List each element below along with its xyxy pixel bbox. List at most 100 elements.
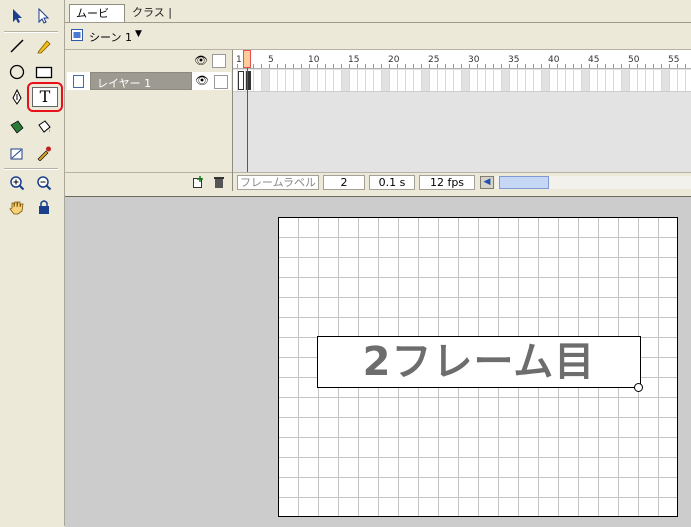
frame-cell-divider <box>245 70 246 91</box>
chevron-down-icon[interactable]: ▼ <box>135 29 142 39</box>
layer-name-box[interactable]: レイヤー 1 <box>90 72 192 90</box>
subselection-tool-icon[interactable] <box>33 5 55 27</box>
playhead-line <box>247 68 248 172</box>
frame-cell-divider <box>509 70 510 91</box>
scrollbar-thumb[interactable] <box>499 176 549 189</box>
elapsed-time: 0.1 s <box>369 175 415 190</box>
frame-cell-divider <box>333 70 334 91</box>
ruler-tick <box>325 64 326 68</box>
hand-tool-icon[interactable] <box>6 196 28 218</box>
frame-cell-divider <box>581 70 582 91</box>
timeline-frames[interactable]: 1 5 10 15 20 25 30 35 40 45 50 55 フレームラベル 2 0.1 s 1… <box>233 50 691 192</box>
frame-cell-divider <box>253 70 254 91</box>
eye-icon[interactable]: 👁 <box>194 54 208 67</box>
ruler-tick <box>333 64 334 68</box>
ruler-tick <box>613 64 614 68</box>
ruler-tick <box>437 64 438 68</box>
text-tool-button[interactable]: T <box>27 82 63 112</box>
frame-cell-divider <box>341 70 342 91</box>
ruler-tick <box>277 64 278 68</box>
frame-cell-divider <box>669 70 670 91</box>
ruler-tick <box>405 64 406 68</box>
ruler-tick <box>285 64 286 68</box>
frame-cell-divider <box>685 70 686 91</box>
ruler-tick <box>317 64 318 68</box>
frame-cell-divider <box>365 70 366 91</box>
lock-tool-icon[interactable] <box>33 196 55 218</box>
tool-separator <box>4 168 58 170</box>
ruler-tick <box>533 64 534 68</box>
frame-cell-divider <box>413 70 414 91</box>
frame-cell-divider <box>469 70 470 91</box>
ruler-tick <box>389 64 390 68</box>
selection-tool-icon[interactable] <box>6 5 28 27</box>
layer-lock-toggle[interactable] <box>214 75 228 89</box>
ruler-tick <box>445 64 446 68</box>
frame-cell-divider <box>557 70 558 91</box>
frame-cell-divider <box>421 70 422 91</box>
rectangle-tool-icon[interactable] <box>33 61 55 83</box>
frame-row[interactable] <box>233 70 691 92</box>
add-layer-icon[interactable] <box>192 176 204 188</box>
paint-bucket-tool-icon[interactable] <box>33 116 55 138</box>
ruler-tick <box>453 64 454 68</box>
frame-ruler[interactable]: 1 5 10 15 20 25 30 35 40 45 50 55 <box>233 50 691 69</box>
document-tabs: ムービー クラス | <box>65 0 691 37</box>
frame-cell-divider <box>565 70 566 91</box>
ruler-tick <box>397 64 398 68</box>
ruler-tick <box>253 64 254 68</box>
ruler-tick <box>357 64 358 68</box>
zoom-out-icon[interactable] <box>33 172 55 194</box>
ruler-tick <box>565 64 566 68</box>
fill-transform-tool-icon[interactable] <box>6 142 28 164</box>
frame-cell-divider <box>637 70 638 91</box>
scene-label[interactable]: シーン 1 <box>89 29 132 45</box>
ruler-tick <box>669 64 670 68</box>
ink-bottle-tool-icon[interactable] <box>6 116 28 138</box>
keyframe-1[interactable] <box>238 71 244 90</box>
frame-cell-divider <box>437 70 438 91</box>
ruler-tick <box>605 64 606 68</box>
frame-label-field[interactable]: フレームラベル <box>237 175 319 190</box>
layer-eye-icon[interactable]: 👁 <box>195 74 209 87</box>
frame-cell-divider <box>541 70 542 91</box>
ruler-tick <box>685 64 686 68</box>
ruler-tick <box>269 64 270 68</box>
ruler-tick <box>677 64 678 68</box>
ruler-tick <box>621 64 622 68</box>
tab-movie[interactable]: ムービー <box>69 4 125 37</box>
eyedropper-tool-icon[interactable] <box>33 142 55 164</box>
frame-cell-divider <box>261 70 262 91</box>
text-resize-handle[interactable] <box>634 383 643 392</box>
stage[interactable]: 2フレーム目 <box>278 217 678 517</box>
pen-tool-icon[interactable] <box>6 86 28 108</box>
frame-cell-divider <box>237 70 238 91</box>
frame-cell-divider <box>485 70 486 91</box>
trash-icon[interactable] <box>213 176 225 188</box>
ruler-tick <box>365 64 366 68</box>
frame-cell-divider <box>613 70 614 91</box>
tab-class[interactable]: クラス | <box>126 4 178 22</box>
line-tool-icon[interactable] <box>6 35 28 57</box>
oval-tool-icon[interactable] <box>6 61 28 83</box>
lock-toggle-header[interactable] <box>212 54 226 68</box>
layer-row[interactable]: レイヤー 1 👁 <box>67 72 231 90</box>
ruler-tick <box>525 64 526 68</box>
frame-cell-divider <box>397 70 398 91</box>
frame-cell-divider <box>445 70 446 91</box>
text-field-box[interactable]: 2フレーム目 <box>317 336 641 388</box>
pencil-tool-icon[interactable] <box>33 35 55 57</box>
ruler-tick <box>557 64 558 68</box>
stage-text[interactable]: 2フレーム目 <box>318 337 640 387</box>
scroll-left-button[interactable]: ◀ <box>480 176 494 189</box>
frame-rate[interactable]: 12 fps <box>419 175 475 190</box>
frame-cell-divider <box>373 70 374 91</box>
frame-cell-divider <box>661 70 662 91</box>
ruler-tick <box>381 64 382 68</box>
playhead-handle[interactable] <box>243 50 251 68</box>
horizontal-scrollbar[interactable] <box>495 176 691 189</box>
ruler-tick <box>573 64 574 68</box>
zoom-in-icon[interactable] <box>6 172 28 194</box>
ruler-tick <box>341 64 342 68</box>
tab-class-label: クラス <box>132 6 165 19</box>
